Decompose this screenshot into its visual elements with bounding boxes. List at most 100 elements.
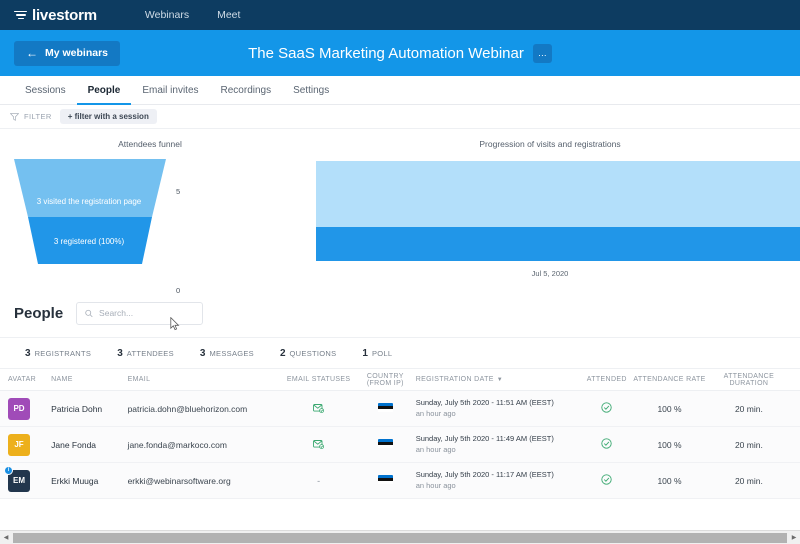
stat-attendees-value: 3 [117,347,123,359]
scrollbar-thumb[interactable] [13,532,787,543]
back-button-label: My webinars [45,47,109,59]
estonia-flag-icon [377,438,393,449]
row-attendance-rate: 100 % [657,403,682,414]
top-navigation-bar: livestorm Webinars Meet [0,0,800,30]
table-row[interactable]: i EM Erkki Muuga erkki@webinarsoftware.o… [0,463,800,499]
stat-messages[interactable]: 3 MESSAGES [187,348,267,359]
table-row[interactable]: JF Jane Fonda jane.fonda@markoco.com Sun… [0,427,800,463]
column-header-attendance-duration: ATTENDANCE DURATION [723,372,775,387]
arrow-left-icon: ← [26,46,38,60]
row-registration-date-cell: Sunday, July 5th 2020 - 11:49 AM (EEST) … [416,434,581,456]
row-attendance-duration: 20 min. [734,439,763,450]
check-circle-icon [601,401,612,413]
column-header-name[interactable]: NAME [51,376,127,383]
stat-questions-label: QUESTIONS [289,348,337,358]
attendees-funnel-title: Attendees funnel [118,139,182,149]
stat-questions-value: 2 [279,347,286,359]
progression-area-graphic[interactable] [316,161,800,261]
attendees-funnel-chart: Attendees funnel 3 visited the registrat… [0,129,300,331]
stat-messages-value: 3 [199,347,206,359]
stat-attendees-label: ATTENDEES [126,348,174,358]
search-icon [85,309,93,317]
tab-people[interactable]: People [76,77,132,105]
row-email: patricia.dohn@bluehorizon.com [127,403,248,414]
sort-descending-caret-icon[interactable]: ▼ [497,377,503,383]
people-table: AVATAR NAME EMAIL EMAIL STATUSES COUNTRY… [0,369,800,499]
estonia-flag-icon [377,474,393,485]
progression-visits-band [316,161,800,227]
avatar: PD [8,397,30,420]
funnel-shape[interactable] [14,159,166,269]
column-header-email-statuses: EMAIL STATUSES [286,376,351,383]
row-registration-date-cell: Sunday, July 5th 2020 - 11:17 AM (EEST) … [416,470,581,492]
page-title: The SaaS Marketing Automation Webinar [248,44,524,62]
stat-questions[interactable]: 2 QUESTIONS [267,348,349,359]
column-header-attended: ATTENDED [586,376,627,383]
estonia-flag-icon [377,402,393,413]
topnav-item-webinars[interactable]: Webinars [131,0,203,30]
filter-with-a-session-chip[interactable]: + filter with a session [59,109,157,124]
row-registration-date: Sunday, July 5th 2020 - 11:17 AM (EEST) [415,469,554,479]
column-header-registration-date[interactable]: REGISTRATION DATE ▼ [416,376,581,383]
avatar: i EM [4,465,30,492]
row-attended-cell [580,400,633,418]
row-avatar-cell: JF [8,433,51,456]
row-name[interactable]: Jane Fonda [51,440,127,450]
livestorm-logo-icon [14,10,27,20]
row-country-cell [355,436,416,454]
stat-attendees[interactable]: 3 ATTENDEES [104,348,187,359]
progression-chart: Progression of visits and registrations … [300,129,800,289]
scroll-left-arrow-icon[interactable]: ◀ [0,534,12,541]
check-circle-icon [601,473,612,485]
stat-registrants[interactable]: 3 REGISTRANTS [12,348,104,359]
filter-funnel-icon [10,112,19,121]
row-registration-date-cell: Sunday, July 5th 2020 - 11:51 AM (EEST) … [416,398,581,420]
tab-recordings[interactable]: Recordings [210,77,283,105]
funnel-stage-2-label: 3 registered (100%) [53,237,125,246]
row-avatar-cell: PD [8,397,51,420]
people-search-box[interactable] [76,301,204,325]
stat-poll[interactable]: 1 POLL [349,348,405,359]
livestorm-logo[interactable]: livestorm [14,7,97,24]
column-header-registration-date-label: REGISTRATION DATE [415,376,494,383]
info-badge-icon: i [4,465,13,475]
row-email: erkki@webinarsoftware.org [127,475,231,486]
column-header-email[interactable]: EMAIL [128,376,283,383]
row-registration-date: Sunday, July 5th 2020 - 11:49 AM (EEST) [415,433,554,443]
funnel-stage-1-label: 3 visited the registration page [36,197,142,206]
topnav-item-meet[interactable]: Meet [203,0,254,30]
people-heading: People [14,304,64,322]
row-attendance-rate: 100 % [657,439,682,450]
row-email: jane.fonda@markoco.com [127,439,227,450]
row-attendance-rate: 100 % [657,475,682,486]
check-circle-icon [601,437,612,449]
row-name[interactable]: Patricia Dohn [51,404,127,414]
tab-email-invites[interactable]: Email invites [131,77,209,105]
tab-sessions[interactable]: Sessions [14,77,77,105]
tab-settings[interactable]: Settings [282,77,340,105]
horizontal-scrollbar[interactable]: ◀ ▶ [0,530,800,544]
avatar: JF [8,433,30,456]
my-webinars-back-button[interactable]: ← My webinars [14,40,121,66]
scroll-right-arrow-icon[interactable]: ▶ [788,534,800,541]
row-name[interactable]: Erkki Muuga [51,476,127,486]
table-row[interactable]: PD Patricia Dohn patricia.dohn@bluehoriz… [0,391,800,427]
people-section-header: People [0,289,800,337]
column-header-avatar: AVATAR [8,376,37,383]
stat-poll-label: POLL [371,348,393,358]
row-attended-cell [580,472,633,490]
row-email-status-cell: - [317,475,321,486]
row-registration-relative: an hour ago [415,480,456,490]
webinar-more-options-button[interactable]: … [532,43,552,63]
filter-bar: FILTER + filter with a session [0,105,800,129]
row-email-status-cell [282,436,355,454]
livestorm-webinar-people-page: livestorm Webinars Meet ← My webinars Th… [0,0,800,544]
stat-poll-value: 1 [362,347,368,359]
avatar-initials: EM [13,476,25,485]
funnel-graphic-wrap: 3 visited the registration page 3 regist… [0,159,300,295]
filter-label: FILTER [24,112,52,121]
stat-messages-label: MESSAGES [209,348,254,358]
row-registration-relative: an hour ago [415,444,456,454]
column-header-country: COUNTRY (FROM IP) [366,372,404,387]
row-country-cell [355,472,416,490]
